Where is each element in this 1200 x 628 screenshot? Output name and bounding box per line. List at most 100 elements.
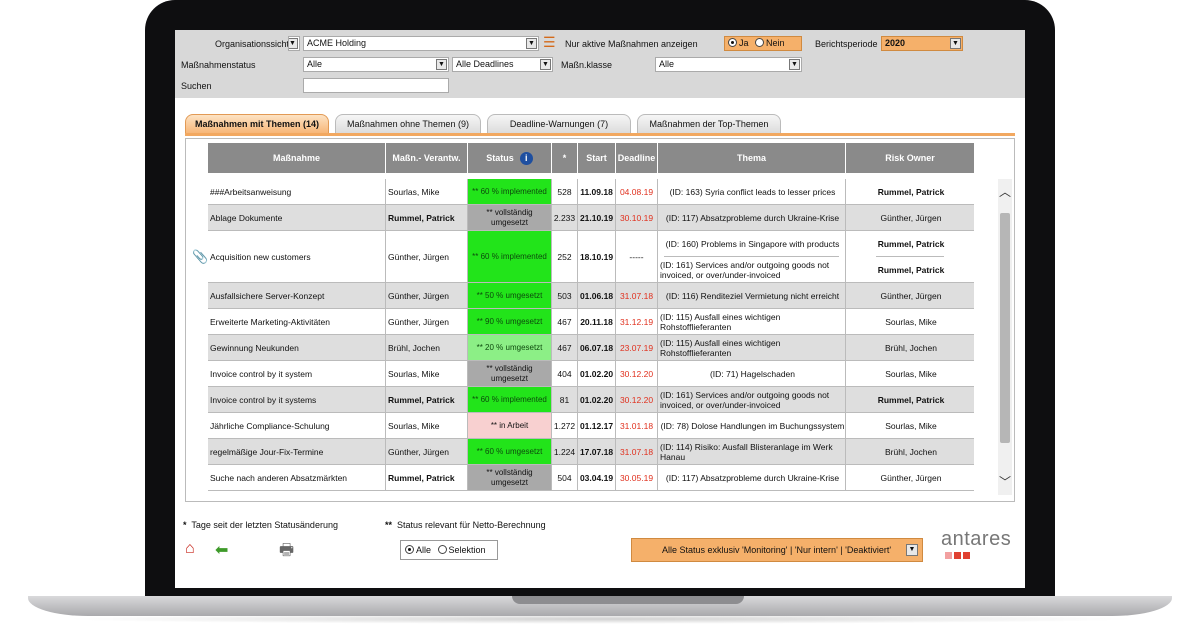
cell-start: 20.11.18 xyxy=(578,309,616,335)
radio-ja[interactable] xyxy=(728,38,737,47)
cell-deadline: ----- xyxy=(616,231,658,283)
print-icon[interactable]: 🖶 xyxy=(279,539,294,566)
cell-days: 252 xyxy=(552,231,578,283)
hierarchy-icon[interactable]: ☰ xyxy=(543,35,557,51)
scrollbar-thumb[interactable] xyxy=(1000,213,1010,443)
col-status[interactable]: Status i xyxy=(468,143,552,173)
filter-row-2: Maßnahmenstatus Alle ▼ Alle Deadlines ▼ Ma… xyxy=(175,56,1025,74)
table-row[interactable]: ###Arbeitsanweisung Sourlas, Mike ** 60 % … xyxy=(208,179,994,205)
theme-text: (ID: 160) Problems in Singapore with pro… xyxy=(663,231,840,257)
filter-panel: Organisationssicht ▼ ACME Holding ▼ ☰ Nur… xyxy=(175,30,1025,98)
table-row[interactable]: Acquisition new customers Günther, Jürgen… xyxy=(208,231,994,283)
col-measure[interactable]: Maßnahme xyxy=(208,143,386,173)
table-row[interactable]: Jährliche Compliance-Schulung Sourlas, Mi… xyxy=(208,413,994,439)
theme-text: (ID: 117) Absatzprobleme durch Ukraine-K… xyxy=(665,472,840,483)
cell-status: ** 60 % implemented xyxy=(468,231,552,283)
table-row[interactable]: Ausfallsichere Server-Konzept Günther, Jü… xyxy=(208,283,994,309)
scroll-down-icon[interactable]: ﹀ xyxy=(998,473,1012,490)
radio-all[interactable] xyxy=(405,545,414,554)
cell-responsible: Sourlas, Mike xyxy=(386,361,468,387)
tab-measures-with-themes[interactable]: Maßnahmen mit Themen (14) xyxy=(185,114,329,133)
cell-measure: Jährliche Compliance-Schulung xyxy=(208,413,386,439)
org-select[interactable]: ACME Holding ▼ xyxy=(303,36,539,51)
table-row[interactable]: Erweiterte Marketing-Aktivitäten Günther,… xyxy=(208,309,994,335)
period-label: Berichtsperiode xyxy=(815,39,878,49)
chevron-down-icon: ▼ xyxy=(289,38,298,49)
cell-days: 1.272 xyxy=(552,413,578,439)
back-arrow-icon[interactable]: ⬅ xyxy=(215,540,228,560)
period-select-value: 2020 xyxy=(885,38,906,48)
cell-measure: Ablage Dokumente xyxy=(208,205,386,231)
app-screen: Organisationssicht ▼ ACME Holding ▼ ☰ Nur… xyxy=(175,30,1025,588)
period-select[interactable]: 2020 ▼ xyxy=(881,36,963,51)
col-deadline[interactable]: Deadline xyxy=(616,143,658,173)
cell-start: 21.10.19 xyxy=(578,205,616,231)
status-filter-select[interactable]: Alle Status exklusiv 'Monitoring' | 'Nur… xyxy=(631,538,923,562)
cell-days: 504 xyxy=(552,465,578,491)
risk-owner-text: Günther, Jürgen xyxy=(880,472,942,483)
theme-text: (ID: 78) Dolose Handlungen im Buchungssy… xyxy=(660,420,845,431)
theme-text: (ID: 114) Risiko: Ausfall Blisteranlage … xyxy=(660,441,833,462)
cell-start: 01.02.20 xyxy=(578,361,616,387)
col-start[interactable]: Start xyxy=(578,143,616,173)
status-select[interactable]: Alle ▼ xyxy=(303,57,449,72)
cell-deadline: 23.07.19 xyxy=(616,335,658,361)
cell-responsible: Günther, Jürgen xyxy=(386,309,468,335)
theme-text: (ID: 115) Ausfall eines wichtigen Rohsto… xyxy=(660,337,781,358)
tab-deadline-warnings[interactable]: Deadline-Warnungen (7) xyxy=(487,114,631,133)
footnote-status-text: Status relevant für Netto-Berechnung xyxy=(397,520,546,530)
org-dropdown-toggle[interactable]: ▼ xyxy=(288,36,300,51)
theme-text: (ID: 116) Renditeziel Vermietung nicht e… xyxy=(665,290,840,301)
theme-text: (ID: 117) Absatzprobleme durch Ukraine-K… xyxy=(665,212,840,223)
col-risk-owner[interactable]: Risk Owner xyxy=(846,143,974,173)
cell-theme: (ID: 117) Absatzprobleme durch Ukraine-K… xyxy=(658,205,846,231)
active-toggle[interactable]: Ja Nein xyxy=(724,36,802,51)
cell-status: ** vollständig umgesetzt xyxy=(468,205,552,231)
tab-top-theme-measures[interactable]: Maßnahmen der Top-Themen xyxy=(637,114,781,133)
class-select[interactable]: Alle ▼ xyxy=(655,57,802,72)
radio-ja-label: Ja xyxy=(739,38,749,48)
cell-responsible: Sourlas, Mike xyxy=(386,179,468,205)
radio-selection[interactable] xyxy=(437,545,447,554)
cell-risk-owner: Rummel, Patrick xyxy=(846,387,974,413)
filter-row-3: Suchen xyxy=(175,77,1025,95)
cell-status: ** vollständig umgesetzt xyxy=(468,361,552,387)
scroll-up-icon[interactable]: ︿ xyxy=(998,183,1012,200)
theme-text: (ID: 115) Ausfall eines wichtigen Rohsto… xyxy=(660,311,781,332)
scope-radio-group: Alle Selektion xyxy=(400,540,498,560)
cell-measure: Erweiterte Marketing-Aktivitäten xyxy=(208,309,386,335)
home-icon[interactable]: ⌂ xyxy=(185,540,195,558)
active-measures-label: Nur aktive Maßnahmen anzeigen xyxy=(565,39,698,49)
radio-all-label: Alle xyxy=(416,545,432,555)
col-theme[interactable]: Thema xyxy=(658,143,846,173)
col-days[interactable]: * xyxy=(552,143,578,173)
table-header: Maßnahme Maßn.- Verantw. Status i * Start… xyxy=(208,143,974,173)
table-row[interactable]: Suche nach anderen Absatzmärkten Rummel, … xyxy=(208,465,994,491)
table-row[interactable]: Gewinnung Neukunden Brühl, Jochen ** 20 % … xyxy=(208,335,994,361)
deadlines-select[interactable]: Alle Deadlines ▼ xyxy=(452,57,553,72)
table-row[interactable]: Invoice control by it system Sourlas, Mik… xyxy=(208,361,994,387)
table-row[interactable]: regelmäßige Jour-Fix-Termine Günther, Jür… xyxy=(208,439,994,465)
risk-owner-text: Rummel, Patrick xyxy=(877,394,945,405)
cell-measure: Suche nach anderen Absatzmärkten xyxy=(208,465,386,491)
radio-nein[interactable] xyxy=(755,38,765,47)
scrollbar[interactable]: ︿ ﹀ xyxy=(998,179,1012,495)
table-row[interactable]: Invoice control by it systems Rummel, Pat… xyxy=(208,387,994,413)
cell-measure: ###Arbeitsanweisung xyxy=(208,179,386,205)
cell-theme: (ID: 160) Problems in Singapore with pro… xyxy=(658,231,846,283)
search-input[interactable] xyxy=(303,78,449,93)
logo-square xyxy=(954,552,961,559)
paperclip-icon[interactable]: 📎 xyxy=(192,249,208,265)
cell-start: 01.02.20 xyxy=(578,387,616,413)
info-icon[interactable]: i xyxy=(519,151,533,165)
table-row[interactable]: Ablage Dokumente Rummel, Patrick ** vollst… xyxy=(208,205,994,231)
tab-measures-without-themes[interactable]: Maßnahmen ohne Themen (9) xyxy=(335,114,481,133)
cell-days: 467 xyxy=(552,335,578,361)
cell-status: ** in Arbeit xyxy=(468,413,552,439)
cell-theme: (ID: 78) Dolose Handlungen im Buchungssy… xyxy=(658,413,846,439)
cell-risk-owner: Brühl, Jochen xyxy=(846,335,974,361)
col-responsible[interactable]: Maßn.- Verantw. xyxy=(386,143,468,173)
org-label: Organisationssicht xyxy=(215,39,290,49)
cell-deadline: 31.07.18 xyxy=(616,283,658,309)
logo-square xyxy=(945,552,952,559)
